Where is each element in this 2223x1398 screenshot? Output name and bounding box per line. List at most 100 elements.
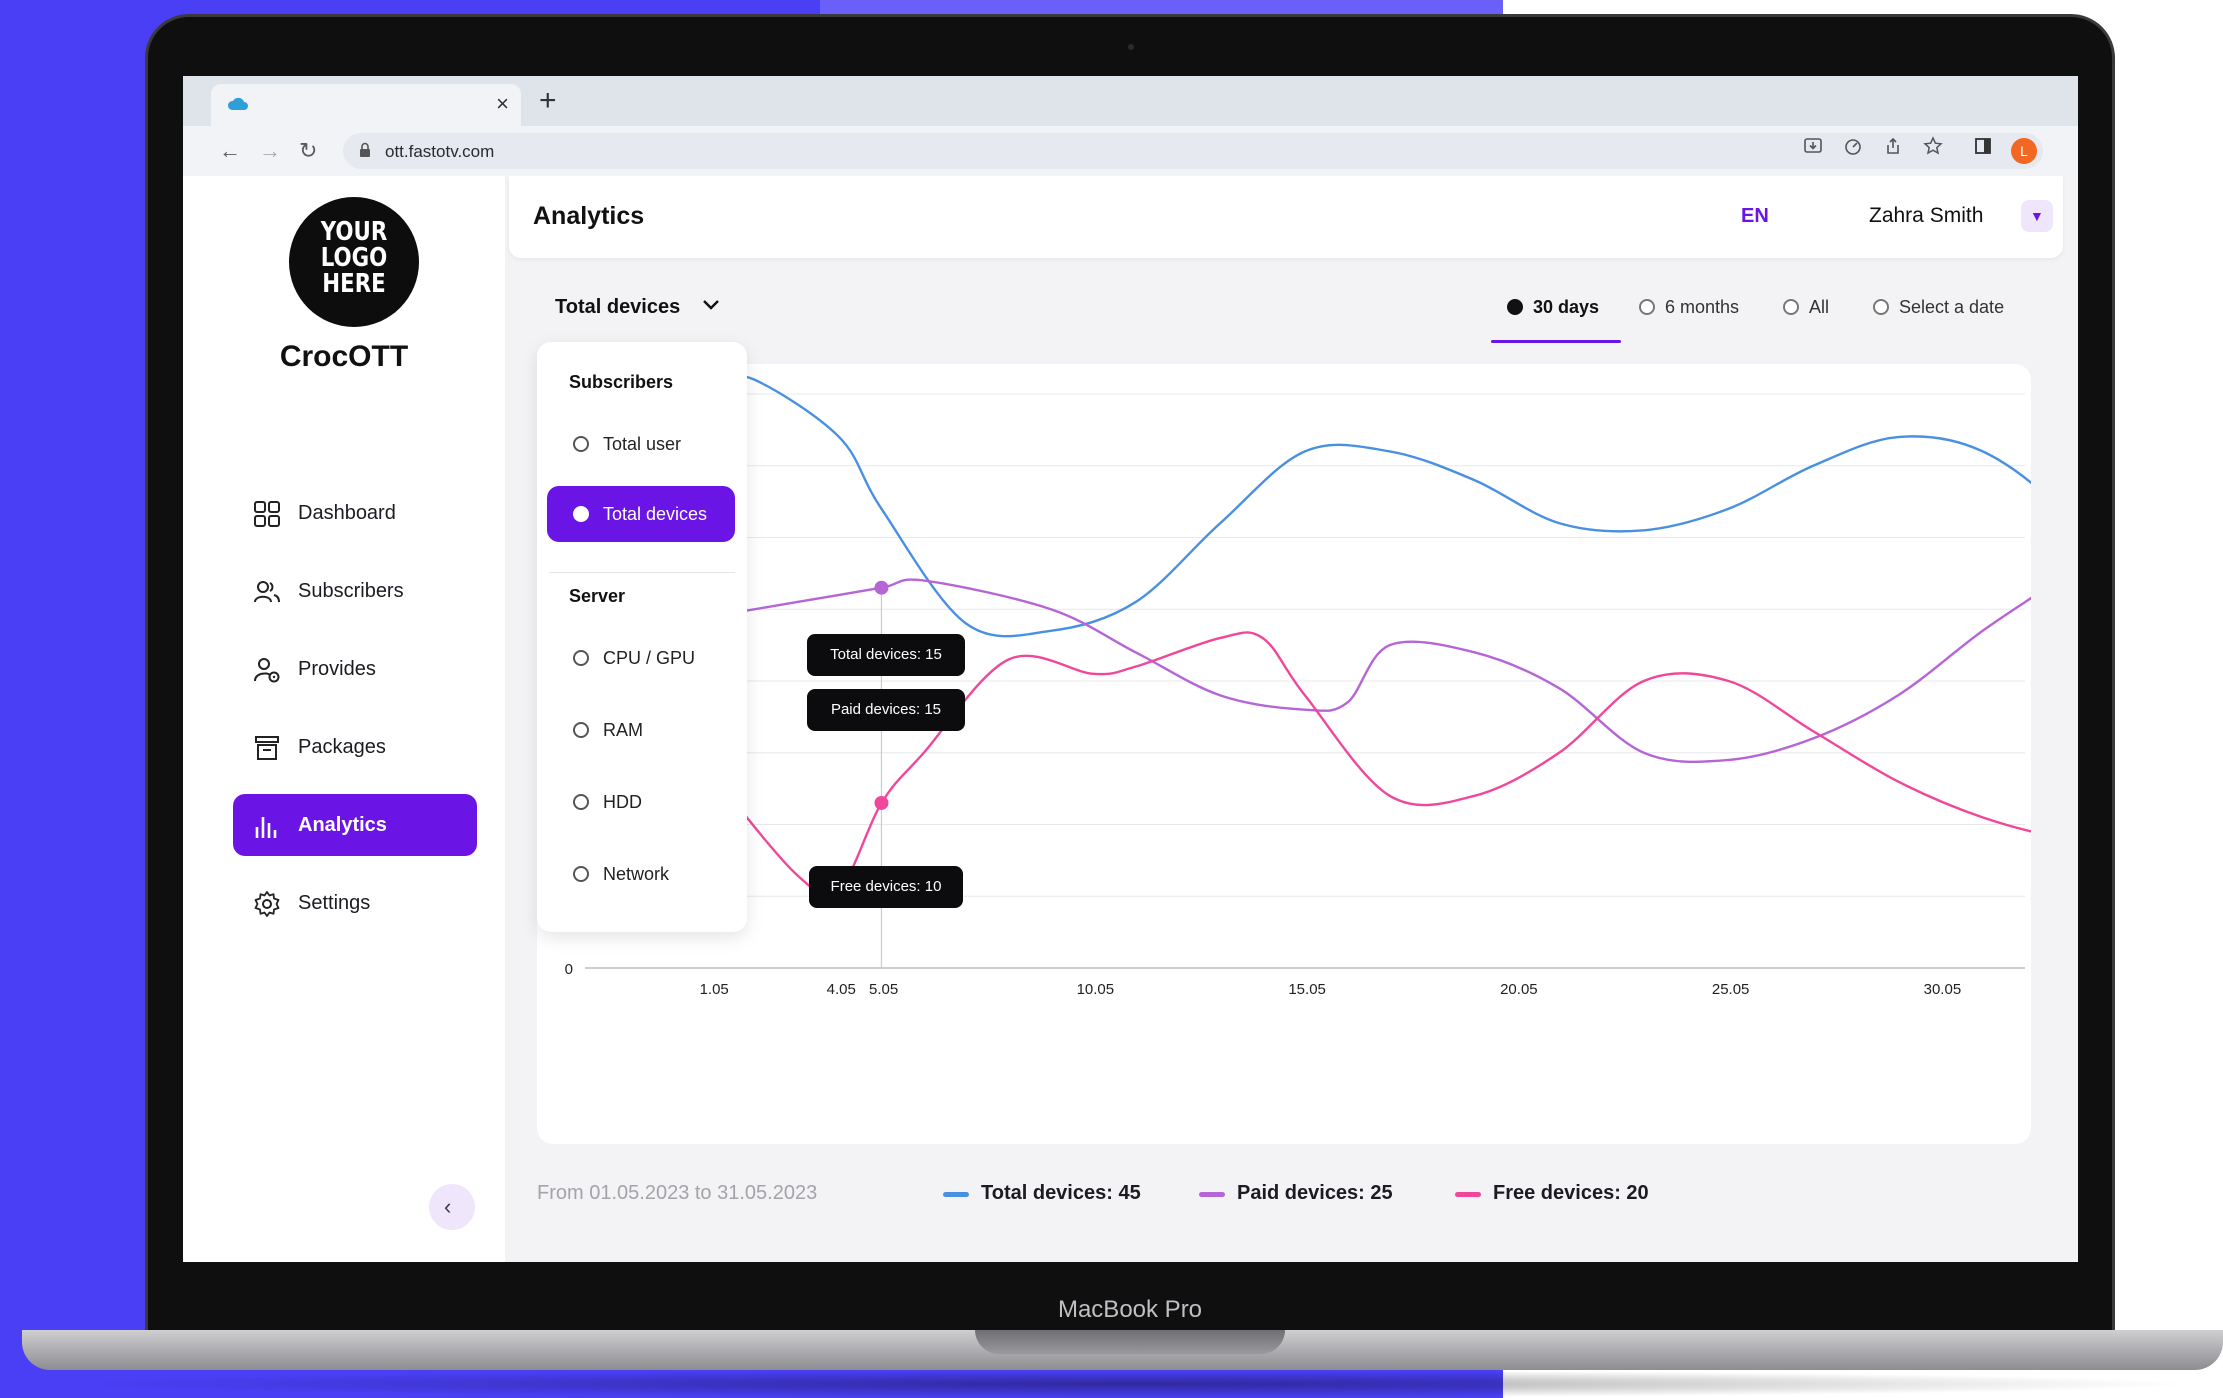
range-option-label: Select a date	[1899, 297, 2005, 317]
legend-label: Free devices: 20	[1493, 1182, 1649, 1204]
tab-close-icon[interactable]: ×	[496, 91, 509, 117]
back-arrow-icon[interactable]: ←	[219, 138, 241, 164]
browser-tab-bar: × +	[183, 76, 2078, 126]
performance-icon[interactable]	[1843, 136, 1863, 156]
metric-select[interactable]: Total devices	[555, 296, 719, 319]
sidebar-item-label: Analytics	[298, 814, 387, 836]
user-name[interactable]: Zahra Smith	[1869, 204, 1983, 228]
sidebar-item-label: Dashboard	[298, 502, 396, 524]
gear-icon	[254, 891, 280, 917]
sidebar-item-label: Provides	[298, 658, 376, 680]
menu-option-ram[interactable]: RAM	[547, 702, 735, 758]
legend-label: Total devices: 45	[981, 1182, 1141, 1204]
url-bar[interactable]: ott.fastotv.com	[343, 133, 2043, 169]
menu-option-label: CPU / GPU	[603, 648, 696, 668]
line-chart: 010201.054.055.0510.0515.0520.0525.0530.…	[556, 374, 2031, 998]
share-icon[interactable]	[1883, 136, 1903, 156]
legend-swatch	[1199, 1192, 1225, 1197]
radio-icon	[573, 650, 589, 666]
x-tick-label: 20.05	[1500, 981, 1538, 998]
screen: × + ← → ↻ ott.fastotv.com L YOUR LOGO HE…	[183, 76, 2078, 1262]
logo-text: YOUR LOGO HERE	[320, 217, 388, 299]
date-range-text: From 01.05.2023 to 31.05.2023	[537, 1182, 818, 1204]
camera-dot	[1128, 44, 1134, 50]
menu-divider	[549, 572, 735, 573]
radio-icon	[1873, 299, 1889, 315]
tooltip-paid-devices: Paid devices: 15	[807, 689, 965, 731]
x-tick-label: 5.05	[869, 981, 898, 998]
radio-icon	[1507, 299, 1523, 315]
menu-option-label: Total devices	[603, 504, 708, 524]
sidebar-item-subscribers[interactable]: Subscribers	[233, 560, 477, 622]
metric-dropdown-menu: Subscribers Total user Total devices Ser…	[537, 342, 747, 932]
new-tab-button[interactable]: +	[539, 84, 557, 118]
menu-option-cpu-gpu[interactable]: CPU / GPU	[547, 630, 735, 686]
radio-icon	[573, 866, 589, 882]
range-option-label: 30 days	[1533, 297, 1600, 317]
sidebar-item-label: Subscribers	[298, 580, 404, 602]
laptop-shadow	[60, 1370, 2200, 1398]
profile-avatar[interactable]: L	[2011, 138, 2037, 164]
logo: YOUR LOGO HERE	[289, 197, 419, 327]
sidebar-item-analytics[interactable]: Analytics	[233, 794, 477, 856]
highlight-point-paid	[874, 580, 889, 595]
laptop-notch	[975, 1330, 1285, 1354]
url-text: ott.fastotv.com	[385, 142, 495, 161]
app: YOUR LOGO HERE CrocOTT Dashboard Subscri…	[183, 176, 2078, 1262]
range-active-underline	[1491, 340, 1621, 343]
menu-option-hdd[interactable]: HDD	[547, 774, 735, 830]
menu-option-label: HDD	[603, 792, 642, 812]
sidebar-toggle-icon[interactable]	[1973, 136, 1993, 156]
series-line-total-devices	[711, 374, 2031, 638]
sidebar-item-label: Packages	[298, 736, 386, 758]
x-tick-label: 4.05	[827, 981, 856, 998]
user-menu-button[interactable]: ▼	[2021, 200, 2053, 232]
forward-arrow-icon[interactable]: →	[259, 138, 281, 164]
laptop-model-label: MacBook Pro	[1057, 1296, 1203, 1323]
chart-card: 010201.054.055.0510.0515.0520.0525.0530.…	[537, 364, 2031, 1144]
radio-icon	[573, 722, 589, 738]
sidebar-item-packages[interactable]: Packages	[233, 716, 477, 778]
caret-down-icon: ▼	[2030, 208, 2044, 224]
collapse-sidebar-button[interactable]: ‹	[429, 1184, 475, 1230]
install-icon[interactable]	[1803, 136, 1823, 156]
legend-swatch	[943, 1192, 969, 1197]
range-option-label: All	[1809, 297, 1830, 317]
chevron-left-icon: ‹	[444, 1194, 452, 1219]
sidebar-item-dashboard[interactable]: Dashboard	[233, 482, 477, 544]
page-title: Analytics	[533, 202, 645, 230]
bar-chart-icon	[255, 817, 277, 838]
sidebar-item-settings[interactable]: Settings	[233, 872, 477, 934]
sidebar-item-provides[interactable]: Provides	[233, 638, 477, 700]
menu-option-network[interactable]: Network	[547, 846, 735, 902]
menu-section-title: Server	[569, 586, 626, 606]
tooltip-total-devices: Total devices: 15	[807, 634, 965, 676]
grid-icon	[254, 501, 280, 527]
browser-tab[interactable]: ×	[211, 84, 521, 126]
menu-option-label: Network	[603, 864, 670, 884]
header: Analytics EN Zahra Smith ▼	[509, 176, 2063, 258]
browser-toolbar: ← → ↻ ott.fastotv.com L	[183, 126, 2078, 176]
radio-icon	[573, 794, 589, 810]
y-tick-label: 0	[565, 961, 573, 978]
brand-name: CrocOTT	[279, 340, 409, 373]
box-icon	[255, 736, 279, 760]
radio-icon	[1639, 299, 1655, 315]
star-icon[interactable]	[1923, 136, 1943, 156]
lock-icon	[360, 142, 370, 157]
x-tick-label: 10.05	[1077, 981, 1115, 998]
legend-label: Paid devices: 25	[1237, 1182, 1393, 1204]
x-tick-label: 1.05	[700, 981, 729, 998]
menu-option-total-user[interactable]: Total user	[547, 416, 735, 472]
metric-select-label: Total devices	[555, 296, 681, 318]
menu-option-total-devices[interactable]: Total devices	[547, 486, 735, 542]
sidebar: YOUR LOGO HERE CrocOTT Dashboard Subscri…	[183, 176, 505, 1262]
x-tick-label: 25.05	[1712, 981, 1750, 998]
x-tick-label: 30.05	[1924, 981, 1962, 998]
language-button[interactable]: EN	[1741, 205, 1769, 228]
reload-icon[interactable]: ↻	[299, 138, 317, 164]
background-band	[820, 0, 1503, 14]
sidebar-item-label: Settings	[298, 892, 371, 914]
users-icon	[254, 581, 280, 603]
tooltip-free-devices: Free devices: 10	[809, 866, 963, 908]
